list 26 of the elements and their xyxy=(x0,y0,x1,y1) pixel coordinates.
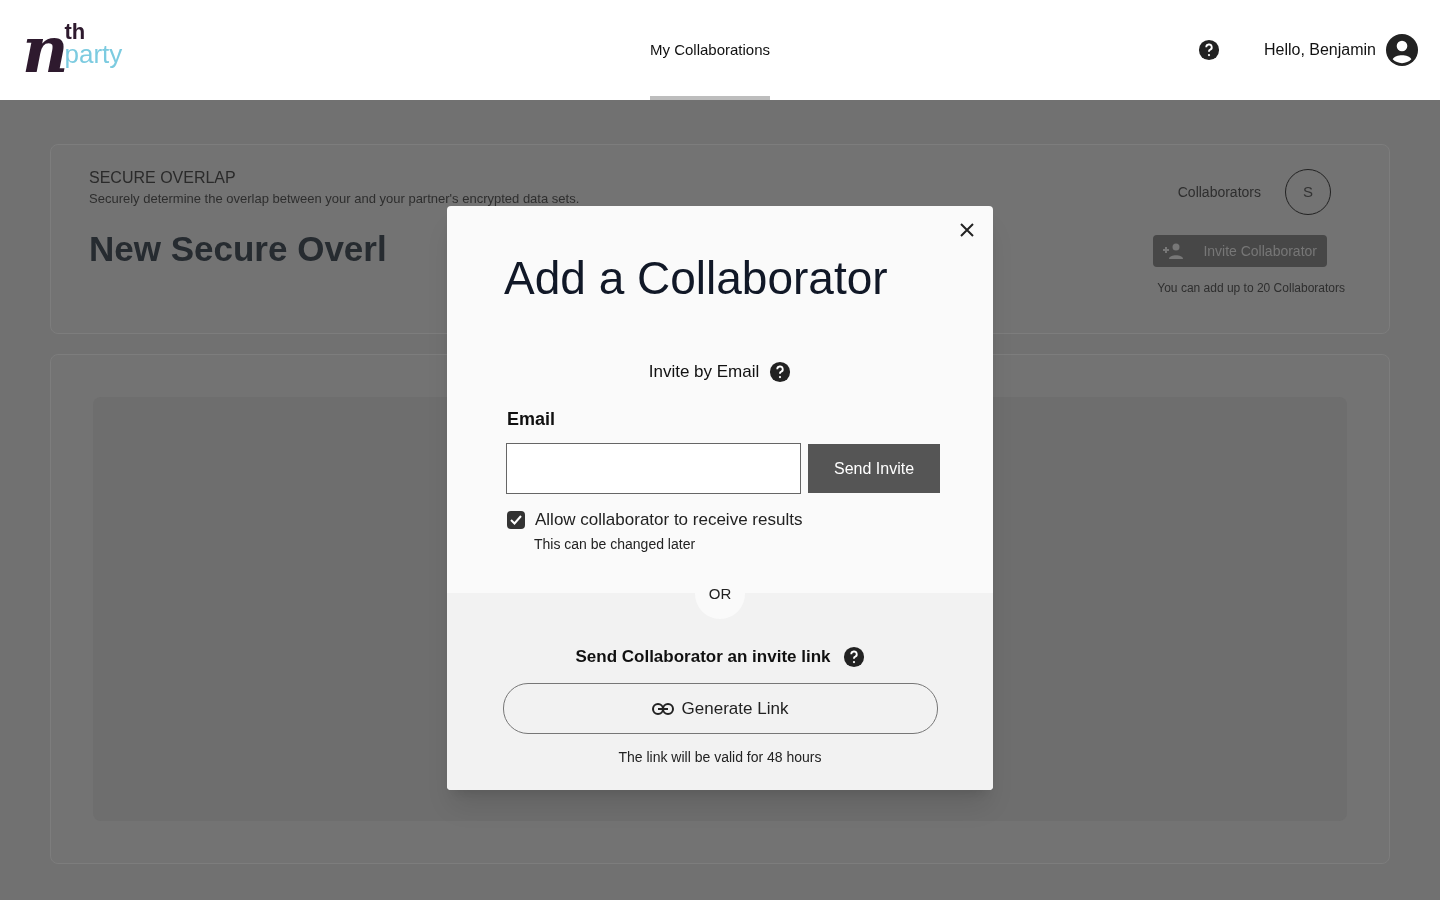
greeting: Hello, Benjamin xyxy=(1263,40,1376,60)
help-icon[interactable] xyxy=(769,361,792,383)
invite-heading: Invite by Email xyxy=(648,362,760,382)
generate-link-button[interactable]: Generate Link xyxy=(502,683,938,734)
link-icon xyxy=(651,702,674,715)
email-label: Email xyxy=(507,408,556,430)
limit-note: You can add up to 20 Collaborators xyxy=(1157,280,1345,297)
email-field[interactable] xyxy=(506,443,801,494)
close-icon[interactable] xyxy=(960,223,974,237)
checkbox[interactable] xyxy=(507,511,525,529)
account-icon[interactable] xyxy=(1386,34,1418,66)
nav-tab[interactable]: My Collaborations xyxy=(650,0,771,100)
collaborators-label: Collaborators xyxy=(1177,183,1261,201)
help-icon[interactable] xyxy=(842,646,865,668)
checkbox-hint: This can be changed later xyxy=(534,536,696,553)
send-invite-button[interactable]: Send Invite xyxy=(808,444,940,493)
help-icon[interactable] xyxy=(1197,39,1220,61)
card-description: Securely determine the overlap between your and your partner's encrypted data sets. xyxy=(89,191,580,207)
link-note: The link will be valid for 48 hours xyxy=(618,749,822,766)
card-title: New Secure Overl xyxy=(89,228,387,270)
link-heading: Send Collaborator an invite link xyxy=(575,647,831,667)
dialog-title: Add a Collaborator xyxy=(504,251,888,306)
logo-superscript: th xyxy=(64,22,87,42)
card-eyebrow: SECURE OVERLAP xyxy=(89,169,237,187)
add-person-icon xyxy=(1163,243,1184,259)
checkbox-label: Allow collaborator to receive results xyxy=(535,510,803,530)
